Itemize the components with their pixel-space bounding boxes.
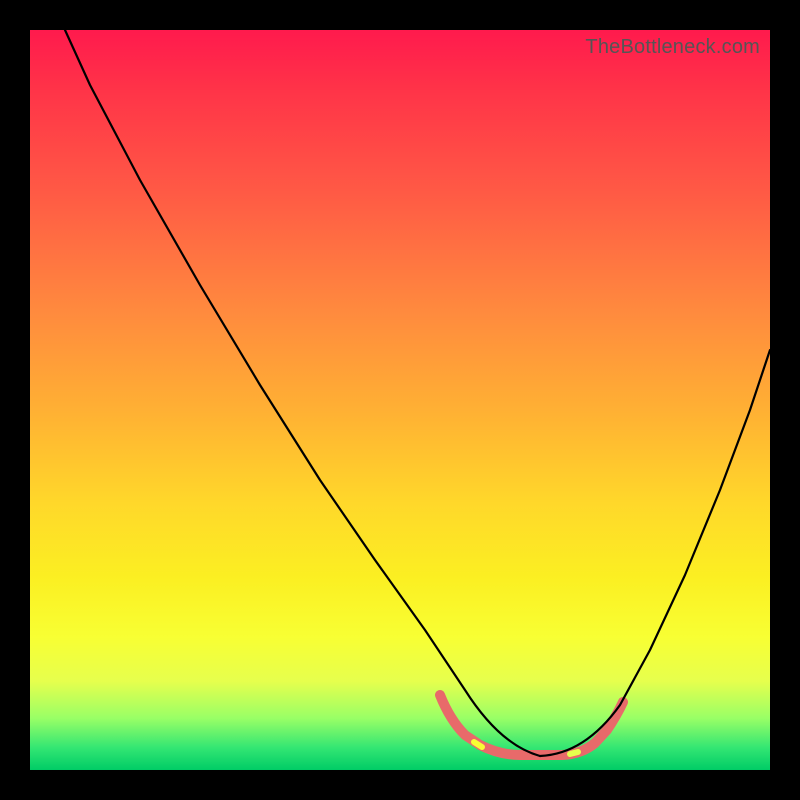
bottleneck-curve-left — [65, 30, 540, 756]
highlight-segment — [440, 695, 623, 755]
curve-layer — [30, 30, 770, 770]
chart-frame: TheBottleneck.com — [0, 0, 800, 800]
plot-area: TheBottleneck.com — [30, 30, 770, 770]
highlight-gap — [474, 742, 482, 747]
bottleneck-curve-right — [540, 350, 770, 756]
highlight-gap — [570, 752, 578, 754]
